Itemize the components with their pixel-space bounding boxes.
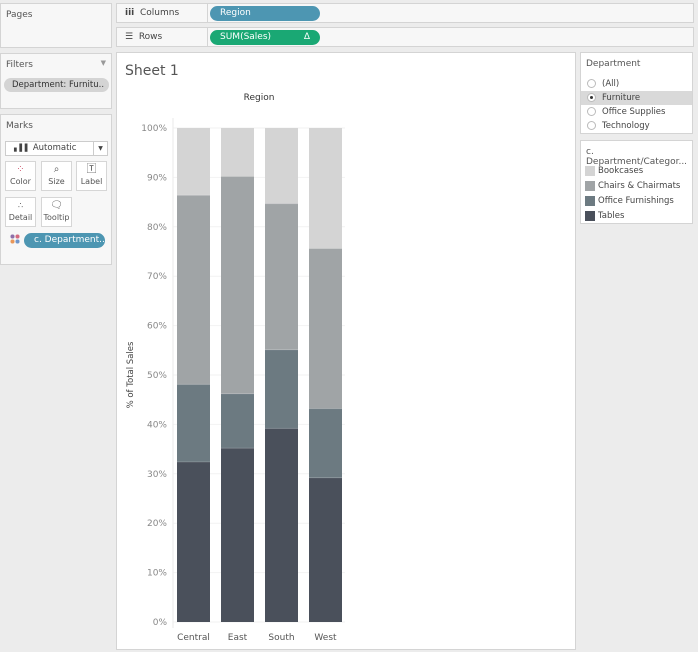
stacked-bar-chart: Region 0% 10% 20% 30% 40% 50% 60% 70% 80% 90% 100%%… [126, 93, 345, 643]
rows-shelf: ☰ Rows SUM(Sales) Δ [116, 27, 694, 47]
bar-chart-icon: ▖▌▌ [14, 144, 31, 152]
bar-segment-south-0[interactable] [265, 428, 298, 622]
rows-pill-sum-sales[interactable]: SUM(Sales) Δ [210, 30, 320, 45]
filters-panel: Filters ▼ Department: Furnitu.. [0, 53, 112, 109]
size-icon: ⌕ [53, 164, 60, 175]
y-tick-label: 100% [141, 124, 167, 134]
radio-option[interactable]: (All) [581, 77, 692, 91]
bar-segment-central-3[interactable] [177, 128, 210, 196]
color-mark-icon [10, 234, 20, 244]
label-icon: 🅃 [86, 164, 97, 175]
filter-pill-department[interactable]: Department: Furnitu.. [4, 78, 109, 92]
legend-label: Bookcases [598, 166, 644, 176]
columns-shelf: iii Columns Region [116, 3, 694, 23]
tooltip-icon: 🗨 [50, 200, 63, 211]
pages-panel: Pages [0, 3, 112, 48]
bar-segment-central-0[interactable] [177, 461, 210, 622]
radio-button-icon[interactable] [587, 93, 596, 102]
y-tick-label: 90% [147, 173, 167, 183]
department-filter-title: Department [586, 59, 641, 69]
radio-label: (All) [602, 79, 620, 89]
pages-title: Pages [6, 10, 33, 20]
legend-item[interactable]: Chairs & Chairmats [581, 179, 680, 193]
bar-segment-south-2[interactable] [265, 203, 298, 350]
bar-segment-east-0[interactable] [221, 448, 254, 622]
x-tick-label: Central [177, 633, 210, 643]
radio-label: Office Supplies [602, 107, 666, 117]
filters-menu-icon[interactable]: ▼ [101, 59, 106, 67]
radio-label: Furniture [602, 93, 641, 103]
color-button[interactable]: ⁘ Color [5, 161, 36, 191]
detail-icon: ∴ [17, 201, 24, 210]
bar-segment-south-3[interactable] [265, 128, 298, 204]
filters-title: Filters [6, 60, 33, 70]
marks-title: Marks [6, 121, 33, 131]
rows-label: ☰ Rows [125, 32, 163, 42]
bar-segment-east-3[interactable] [221, 128, 254, 177]
table-calc-delta-icon: Δ [303, 32, 310, 42]
department-filter-card: Department (All) Furniture Office Supplies… [580, 52, 693, 134]
legend-item[interactable]: Office Furnishings [581, 194, 674, 208]
color-legend-card: c. Department/Categor... Bookcases Chairs… [580, 140, 693, 224]
mark-type-dropdown[interactable]: ▖▌▌ Automatic ▼ [5, 141, 108, 156]
bar-segment-south-1[interactable] [265, 349, 298, 429]
y-tick-label: 30% [147, 470, 167, 480]
tooltip-button[interactable]: 🗨 Tooltip [41, 197, 72, 227]
y-axis-title: % of Total Sales [126, 341, 136, 408]
columns-label: iii Columns [125, 8, 180, 18]
legend-label: Office Furnishings [598, 196, 674, 206]
color-icon: ⁘ [16, 164, 25, 175]
bar-segment-east-1[interactable] [221, 393, 254, 449]
bar-segment-central-1[interactable] [177, 384, 210, 462]
columns-pill-region[interactable]: Region [210, 6, 320, 21]
chevron-down-icon: ▼ [93, 142, 107, 155]
radio-option[interactable]: Furniture [581, 91, 692, 105]
y-tick-label: 10% [147, 569, 167, 579]
bar-segment-west-3[interactable] [309, 128, 342, 249]
y-tick-label: 60% [147, 322, 167, 332]
radio-button-icon[interactable] [587, 79, 596, 88]
rows-icon: ☰ [125, 32, 134, 42]
y-tick-label: 20% [147, 519, 167, 529]
legend-swatch [585, 181, 595, 191]
bar-segment-west-1[interactable] [309, 408, 342, 478]
y-tick-label: 50% [147, 371, 167, 381]
bar-segment-west-2[interactable] [309, 248, 342, 409]
columns-icon: iii [125, 8, 135, 18]
radio-option[interactable]: Office Supplies [581, 105, 692, 119]
y-tick-label: 80% [147, 223, 167, 233]
y-tick-label: 70% [147, 272, 167, 282]
legend-item[interactable]: Tables [581, 209, 624, 223]
radio-button-icon[interactable] [587, 107, 596, 116]
y-tick-label: 40% [147, 420, 167, 430]
column-header-region: Region [244, 93, 275, 103]
color-pill-department[interactable]: c. Department.. [24, 233, 105, 248]
legend-item[interactable]: Bookcases [581, 164, 643, 178]
legend-label: Tables [598, 211, 625, 221]
marks-panel: Marks ▖▌▌ Automatic ▼ ⁘ Color ⌕ Size 🅃 Labe… [0, 114, 112, 265]
radio-label: Technology [602, 121, 650, 131]
radio-button-icon[interactable] [587, 121, 596, 130]
x-tick-label: East [228, 633, 248, 643]
bar-segment-east-2[interactable] [221, 176, 254, 394]
x-tick-label: West [314, 633, 337, 643]
size-button[interactable]: ⌕ Size [41, 161, 72, 191]
x-tick-label: South [268, 633, 294, 643]
bar-segment-central-2[interactable] [177, 195, 210, 385]
legend-swatch [585, 166, 595, 176]
radio-option[interactable]: Technology [581, 119, 692, 133]
sheet-area: Sheet 1 Region 0% 10% 20% 30% 40% 50% 60% 70% 80%… [116, 52, 576, 650]
legend-label: Chairs & Chairmats [598, 181, 681, 191]
bar-segment-west-0[interactable] [309, 477, 342, 622]
detail-button[interactable]: ∴ Detail [5, 197, 36, 227]
label-button[interactable]: 🅃 Label [76, 161, 107, 191]
legend-swatch [585, 211, 595, 221]
y-tick-label: 0% [153, 618, 168, 628]
legend-swatch [585, 196, 595, 206]
